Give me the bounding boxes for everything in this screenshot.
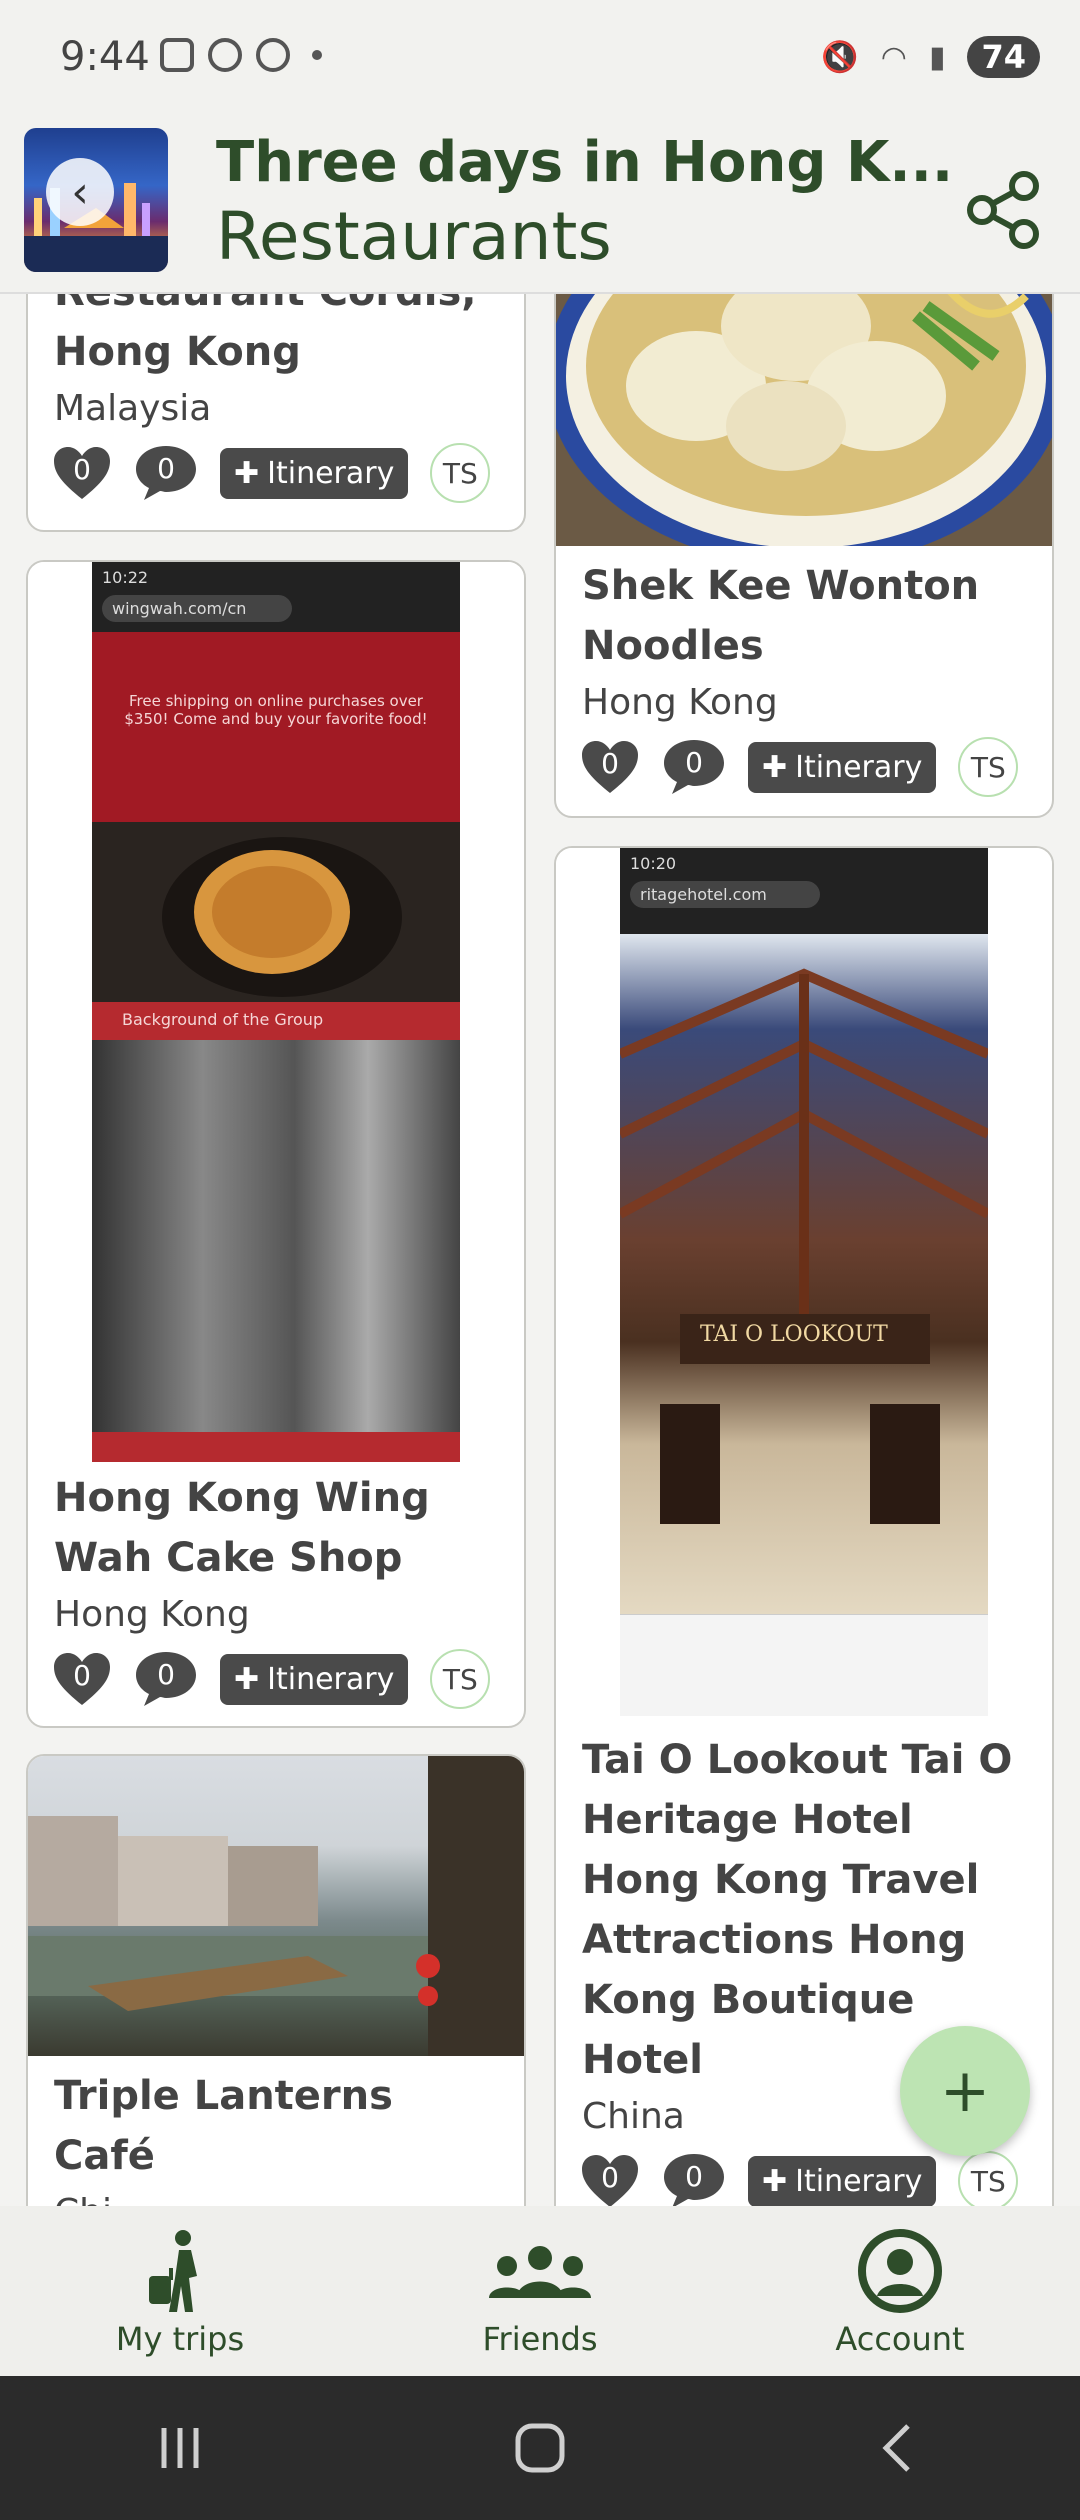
battery-indicator: 74 xyxy=(967,36,1040,78)
status-notification-icons xyxy=(160,38,322,72)
nav-friends[interactable]: Friends xyxy=(360,2206,720,2376)
card-actions: 0 0 ✚ Itinerary TS xyxy=(28,1635,524,1709)
itinerary-label: Itinerary xyxy=(795,2163,923,2199)
plus-icon: ✚ xyxy=(762,2163,788,2199)
comment-count: 0 xyxy=(685,746,703,779)
restaurant-image[interactable] xyxy=(28,1756,524,2056)
restaurant-grid[interactable]: Restaurant Cordis, Hong Kong Malaysia 0 … xyxy=(0,294,1080,2206)
account-icon xyxy=(858,2229,942,2313)
user-avatar[interactable]: TS xyxy=(958,2151,1019,2206)
mooncake-photo xyxy=(92,822,460,1002)
like-button[interactable]: 0 xyxy=(52,1651,112,1707)
back-button[interactable]: ‹ xyxy=(46,158,114,226)
website-screenshot: 10:20 ritagehotel.com TAI O LOOKOUT xyxy=(620,848,988,1716)
restaurant-name: Triple Lanterns Café xyxy=(54,2073,393,2179)
restaurant-card[interactable]: 10:20 ritagehotel.com TAI O LOOKOUT Tai … xyxy=(554,846,1054,2206)
share-icon[interactable] xyxy=(964,170,1044,250)
card-actions: 0 0 ✚ Itinerary TS xyxy=(556,723,1052,797)
like-button[interactable]: 0 xyxy=(580,2153,640,2206)
bottom-navigation: My trips Friends Account xyxy=(0,2206,1080,2376)
screenshot-section: Background of the Group xyxy=(92,1002,460,1040)
trip-title: Three days in Hong K... xyxy=(216,130,954,195)
restaurant-name: Shek Kee Wonton Noodles xyxy=(582,563,980,669)
comment-button[interactable]: 0 xyxy=(134,1650,198,1708)
signal-icon: ▮ xyxy=(928,39,946,75)
screenshot-time: 10:22 xyxy=(102,568,149,587)
nav-label: Friends xyxy=(482,2320,598,2358)
restaurant-name: Restaurant Cordis, Hong Kong xyxy=(54,294,476,375)
screenshot-banner: Free shipping on online purchases over $… xyxy=(92,632,460,822)
app-header: ‹ Three days in Hong K... Restaurants xyxy=(0,118,1080,294)
historic-photo xyxy=(92,1040,460,1432)
comment-button[interactable]: 0 xyxy=(662,738,726,796)
status-bar: 9:44 🔇 ◠ ▮ 74 xyxy=(0,0,1080,118)
add-itinerary-button[interactable]: ✚ Itinerary xyxy=(220,447,409,499)
screenshot-icon xyxy=(160,38,194,72)
add-place-button[interactable]: + xyxy=(900,2026,1030,2156)
restaurant-country: Chi... xyxy=(28,2186,524,2206)
restaurant-card[interactable]: 10:22 wingwah.com/cn Free shipping on on… xyxy=(26,560,526,1728)
itinerary-label: Itinerary xyxy=(795,749,923,785)
restaurant-image[interactable]: 10:22 wingwah.com/cn Free shipping on on… xyxy=(28,562,524,1462)
like-button[interactable]: 0 xyxy=(580,739,640,795)
nav-my-trips[interactable]: My trips xyxy=(0,2206,360,2376)
page-title: Restaurants xyxy=(216,198,612,275)
back-icon[interactable] xyxy=(870,2418,930,2478)
plus-icon: ✚ xyxy=(762,749,788,785)
comment-button[interactable]: 0 xyxy=(134,444,198,502)
sync-icon xyxy=(256,38,290,72)
like-count: 0 xyxy=(601,2161,619,2194)
restaurant-image[interactable] xyxy=(556,294,1052,546)
chevron-left-icon: ‹ xyxy=(71,166,89,218)
restaurant-country: Malaysia xyxy=(54,388,212,429)
traveler-icon xyxy=(149,2230,197,2312)
nav-label: Account xyxy=(835,2320,965,2358)
mute-icon: 🔇 xyxy=(821,39,859,75)
restaurant-card[interactable]: Restaurant Cordis, Hong Kong Malaysia 0 … xyxy=(26,294,526,532)
add-itinerary-button[interactable]: ✚ Itinerary xyxy=(220,1653,409,1705)
user-avatar[interactable]: TS xyxy=(958,737,1019,797)
like-count: 0 xyxy=(73,1659,91,1692)
comment-button[interactable]: 0 xyxy=(662,2152,726,2206)
like-count: 0 xyxy=(601,747,619,780)
like-button[interactable]: 0 xyxy=(52,445,112,501)
comment-count: 0 xyxy=(157,1658,175,1691)
wifi-icon: ◠ xyxy=(880,39,907,75)
like-count: 0 xyxy=(73,453,91,486)
restaurant-card[interactable]: Shek Kee Wonton Noodles Hong Kong 0 0 ✚ … xyxy=(554,294,1054,818)
nav-account[interactable]: Account xyxy=(720,2206,1080,2376)
screenshot-sign: TAI O LOOKOUT xyxy=(700,1322,888,1347)
nav-label: My trips xyxy=(115,2320,245,2358)
plus-icon: ✚ xyxy=(234,455,260,491)
restaurant-country: Hong Kong xyxy=(54,1594,250,1635)
screenshot-url: wingwah.com/cn xyxy=(102,595,292,622)
restaurant-country: Hong Kong xyxy=(582,682,778,723)
itinerary-label: Itinerary xyxy=(267,1661,395,1697)
add-itinerary-button[interactable]: ✚ Itinerary xyxy=(748,2155,937,2206)
plus-icon: + xyxy=(939,2056,991,2126)
card-actions: 0 0 ✚ Itinerary TS xyxy=(28,429,524,503)
screenshot-time: 10:20 xyxy=(630,854,677,873)
comment-count: 0 xyxy=(685,2160,703,2193)
recent-apps-icon[interactable] xyxy=(150,2418,210,2478)
system-navigation-bar xyxy=(0,2376,1080,2520)
add-itinerary-button[interactable]: ✚ Itinerary xyxy=(748,741,937,793)
status-time: 9:44 xyxy=(60,34,150,80)
group-icon xyxy=(489,2246,591,2298)
dot-icon xyxy=(312,50,322,60)
pinterest-icon xyxy=(208,38,242,72)
plus-icon: ✚ xyxy=(234,1661,260,1697)
website-screenshot: 10:22 wingwah.com/cn Free shipping on on… xyxy=(92,562,460,1462)
user-avatar[interactable]: TS xyxy=(430,443,491,503)
screenshot-url: ritagehotel.com xyxy=(630,881,820,908)
status-system-icons: 🔇 ◠ ▮ 74 xyxy=(821,36,1040,78)
lookout-photo: TAI O LOOKOUT xyxy=(620,934,988,1614)
restaurant-card[interactable]: Triple Lanterns Café Chi... xyxy=(26,1754,526,2206)
comment-count: 0 xyxy=(157,452,175,485)
restaurant-image[interactable]: 10:20 ritagehotel.com TAI O LOOKOUT xyxy=(556,848,1052,1716)
user-avatar[interactable]: TS xyxy=(430,1649,491,1709)
restaurant-name: Hong Kong Wing Wah Cake Shop xyxy=(54,1475,430,1581)
home-icon[interactable] xyxy=(510,2418,570,2478)
itinerary-label: Itinerary xyxy=(267,455,395,491)
